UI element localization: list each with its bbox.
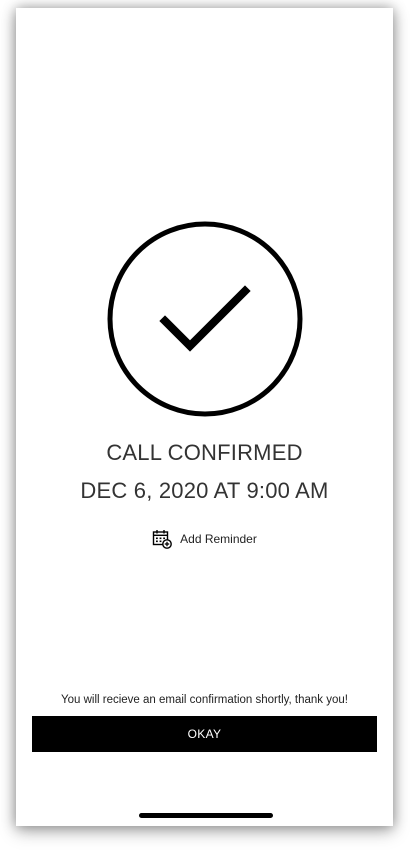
app-screen: CALL CONFIRMED DEC 6, 2020 AT 9:00 AM Ad…: [16, 8, 393, 826]
add-reminder-label: Add Reminder: [180, 532, 257, 546]
confirmation-datetime: DEC 6, 2020 AT 9:00 AM: [80, 478, 329, 503]
check-circle-icon: [107, 221, 303, 417]
okay-button[interactable]: OKAY: [32, 716, 377, 752]
confirmation-title: CALL CONFIRMED: [106, 440, 303, 465]
screen-background: CALL CONFIRMED DEC 6, 2020 AT 9:00 AM Ad…: [0, 0, 410, 850]
home-indicator[interactable]: [139, 813, 273, 818]
calendar-add-icon: [152, 530, 173, 549]
add-reminder-button[interactable]: Add Reminder: [16, 528, 393, 550]
email-confirmation-note: You will recieve an email confirmation s…: [60, 694, 348, 706]
